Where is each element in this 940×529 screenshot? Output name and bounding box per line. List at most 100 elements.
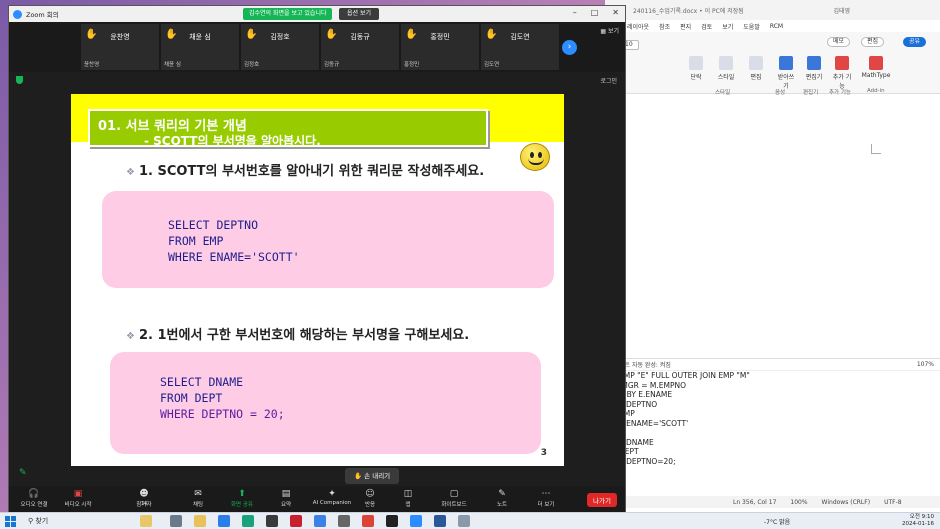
chat-button[interactable]: ✉ 채팅 xyxy=(173,489,223,508)
summary-button[interactable]: ▤ 요약 xyxy=(261,489,311,508)
store-icon[interactable] xyxy=(266,515,278,527)
edge-icon[interactable] xyxy=(242,515,254,527)
participant-tile[interactable]: ✋ 김정호 김정호 xyxy=(241,24,319,70)
lower-hand-button[interactable]: ✋ 손 내리기 xyxy=(345,468,400,484)
code-line: DEPT xyxy=(619,447,639,456)
participant-tile[interactable]: ✋ 김동규 김동규 xyxy=(321,24,399,70)
word-tab[interactable]: 레이아웃 xyxy=(627,22,649,31)
mathtype-button[interactable]: MathType xyxy=(859,56,893,79)
participant-name: 윤찬영 xyxy=(110,33,130,41)
apps-button[interactable]: ◫ 앱 xyxy=(383,489,433,508)
word-tab[interactable]: 편지 xyxy=(680,22,691,31)
annotate-pencil-icon[interactable]: ✎ xyxy=(19,468,27,478)
word-document-page[interactable] xyxy=(605,96,940,356)
slide-page-number: 3 xyxy=(540,448,547,458)
clock-date: 2024-01-16 xyxy=(902,521,934,527)
status-eol[interactable]: Windows (CRLF) xyxy=(822,499,871,506)
participant-label: 홍정민 xyxy=(404,62,420,68)
maximize-icon[interactable]: □ xyxy=(591,8,599,17)
weather-widget[interactable]: -7°C 맑음 xyxy=(764,517,790,526)
participant-tile[interactable]: ✋ 윤찬영 윤찬영 xyxy=(81,24,159,70)
dictate-button[interactable]: 받아쓰기 xyxy=(775,56,797,90)
participant-tile[interactable]: ✋ 김도연 김도연 xyxy=(481,24,559,70)
security-shield-icon[interactable] xyxy=(16,76,23,84)
word-doc-title: 240116_수업기록.docx • 이 PC에 저장됨 xyxy=(633,7,744,15)
comment-button[interactable]: 메모 xyxy=(827,37,851,47)
word-tab[interactable]: 검토 xyxy=(701,22,712,31)
code-line: SELECT DNAME xyxy=(160,375,244,389)
word-text-pane[interactable]: 스트 자동 완성: 켜짐 107% EMP "E" FULL OUTER JOI… xyxy=(605,358,940,492)
paragraph-button[interactable]: 단락 xyxy=(685,56,707,81)
windows-start-icon[interactable] xyxy=(5,516,16,527)
view-options-button[interactable]: 옵션 보기 xyxy=(339,8,379,20)
reaction-icon: ☺ xyxy=(365,489,375,499)
terminal-icon[interactable] xyxy=(386,515,398,527)
leave-button[interactable]: 나가기 xyxy=(587,493,617,507)
task-view-icon[interactable] xyxy=(170,515,182,527)
audio-button[interactable]: 🎧 오디오 연결 xyxy=(9,489,59,508)
chrome-icon[interactable] xyxy=(362,515,374,527)
app-icon[interactable] xyxy=(458,515,470,527)
windows-taskbar: ⚲ 찾기 -7°C 맑음 오전 9:10 2024-01-16 xyxy=(0,512,940,529)
word-taskbar-icon[interactable] xyxy=(434,515,446,527)
settings-icon[interactable] xyxy=(338,515,350,527)
code-line: T DNAME xyxy=(619,437,654,447)
apps-icon: ◫ xyxy=(403,489,413,499)
file-explorer-icon[interactable] xyxy=(194,515,206,527)
editor-icon xyxy=(807,56,821,70)
word-tab[interactable]: 참조 xyxy=(659,22,670,31)
mcafee-icon[interactable] xyxy=(290,515,302,527)
diamond-bullet-icon: ❖ xyxy=(126,167,135,178)
screen-share-banner: 김수연의 화면을 보고 있습니다 xyxy=(243,8,333,20)
system-clock[interactable]: 오전 9:10 2024-01-16 xyxy=(902,514,934,528)
next-page-button[interactable]: › xyxy=(562,40,577,55)
close-icon[interactable]: ✕ xyxy=(612,8,619,17)
app-icon[interactable] xyxy=(314,515,326,527)
more-icon: ⋯ xyxy=(541,489,551,499)
video-button[interactable]: ▣ 비디오 시작 xyxy=(53,489,103,508)
share-screen-button[interactable]: ⬆ 화면 공유 xyxy=(217,489,267,508)
participant-tile[interactable]: ✋ 홍정민 홍정민 xyxy=(401,24,479,70)
question-2-text: 2. 1번에서 구한 부서번호에 해당하는 부서명을 구해보세요. xyxy=(138,328,470,343)
edit-mode-button[interactable]: 편집 xyxy=(861,37,885,47)
mail-icon[interactable] xyxy=(218,515,230,527)
word-tab[interactable]: 보기 xyxy=(722,22,733,31)
taskbar-search[interactable]: ⚲ 찾기 xyxy=(28,515,128,528)
headphones-icon: 🎧 xyxy=(28,489,40,499)
word-tab[interactable]: 도움말 xyxy=(743,22,760,31)
code-line: E DEPTNO=20; xyxy=(619,456,676,466)
zoom-taskbar-icon[interactable] xyxy=(410,515,422,527)
taskbar-app-icon[interactable] xyxy=(140,515,152,527)
summary-icon: ▤ xyxy=(281,489,291,499)
editor-button[interactable]: 편집기 xyxy=(803,56,825,81)
editing-button[interactable]: 편집 xyxy=(745,56,767,81)
margin-corner-mark xyxy=(871,144,881,154)
status-encoding[interactable]: UTF-8 xyxy=(884,499,902,506)
participant-tile[interactable]: ✋ 채윤 심 채윤 심 xyxy=(161,24,239,70)
participant-name: 채윤 심 xyxy=(189,33,211,41)
word-ribbon: 10 메모 편집 공유 단락 스타일 편집 받아쓰기 편집기 추가 기능 Mat… xyxy=(605,32,940,96)
share-button[interactable]: 공유 xyxy=(903,37,927,47)
zoom-titlebar: Zoom 회의 김수연의 화면을 보고 있습니다 옵션 보기 – □ ✕ xyxy=(9,6,625,22)
word-user-name[interactable]: 김태영 xyxy=(833,6,850,15)
status-zoom[interactable]: 100% xyxy=(790,499,807,506)
more-button[interactable]: ⋯ 더 보기 xyxy=(521,489,571,508)
styles-button[interactable]: 스타일 xyxy=(715,56,737,81)
participants-button[interactable]: ☻14 참가자 xyxy=(119,489,169,508)
word-status-bar: Ln 356, Col 17 100% Windows (CRLF) UTF-8 xyxy=(605,496,940,508)
word-tab[interactable]: RCM xyxy=(770,23,783,30)
video-off-icon: ▣ xyxy=(73,489,83,499)
notes-button[interactable]: ✎ 노트 xyxy=(477,489,527,508)
participant-name: 김동규 xyxy=(350,33,370,41)
question-2: ❖ 2. 1번에서 구한 부서번호에 해당하는 부서명을 구해보세요. xyxy=(126,324,469,343)
chevron-right-icon: › xyxy=(567,42,572,52)
view-button[interactable]: ▦ 보기 xyxy=(600,26,619,35)
slide-subtitle: - SCOTT의 부서명을 알아봅시다. xyxy=(144,134,321,148)
signin-link[interactable]: 로그인 xyxy=(600,76,617,85)
minimize-icon[interactable]: – xyxy=(573,8,577,17)
addins-button[interactable]: 추가 기능 xyxy=(831,56,853,90)
zoom-level[interactable]: 107% xyxy=(917,361,934,368)
whiteboard-button[interactable]: ▢ 화이트보드 xyxy=(429,489,479,508)
ribbon-group-label: 편집기 xyxy=(803,90,819,96)
